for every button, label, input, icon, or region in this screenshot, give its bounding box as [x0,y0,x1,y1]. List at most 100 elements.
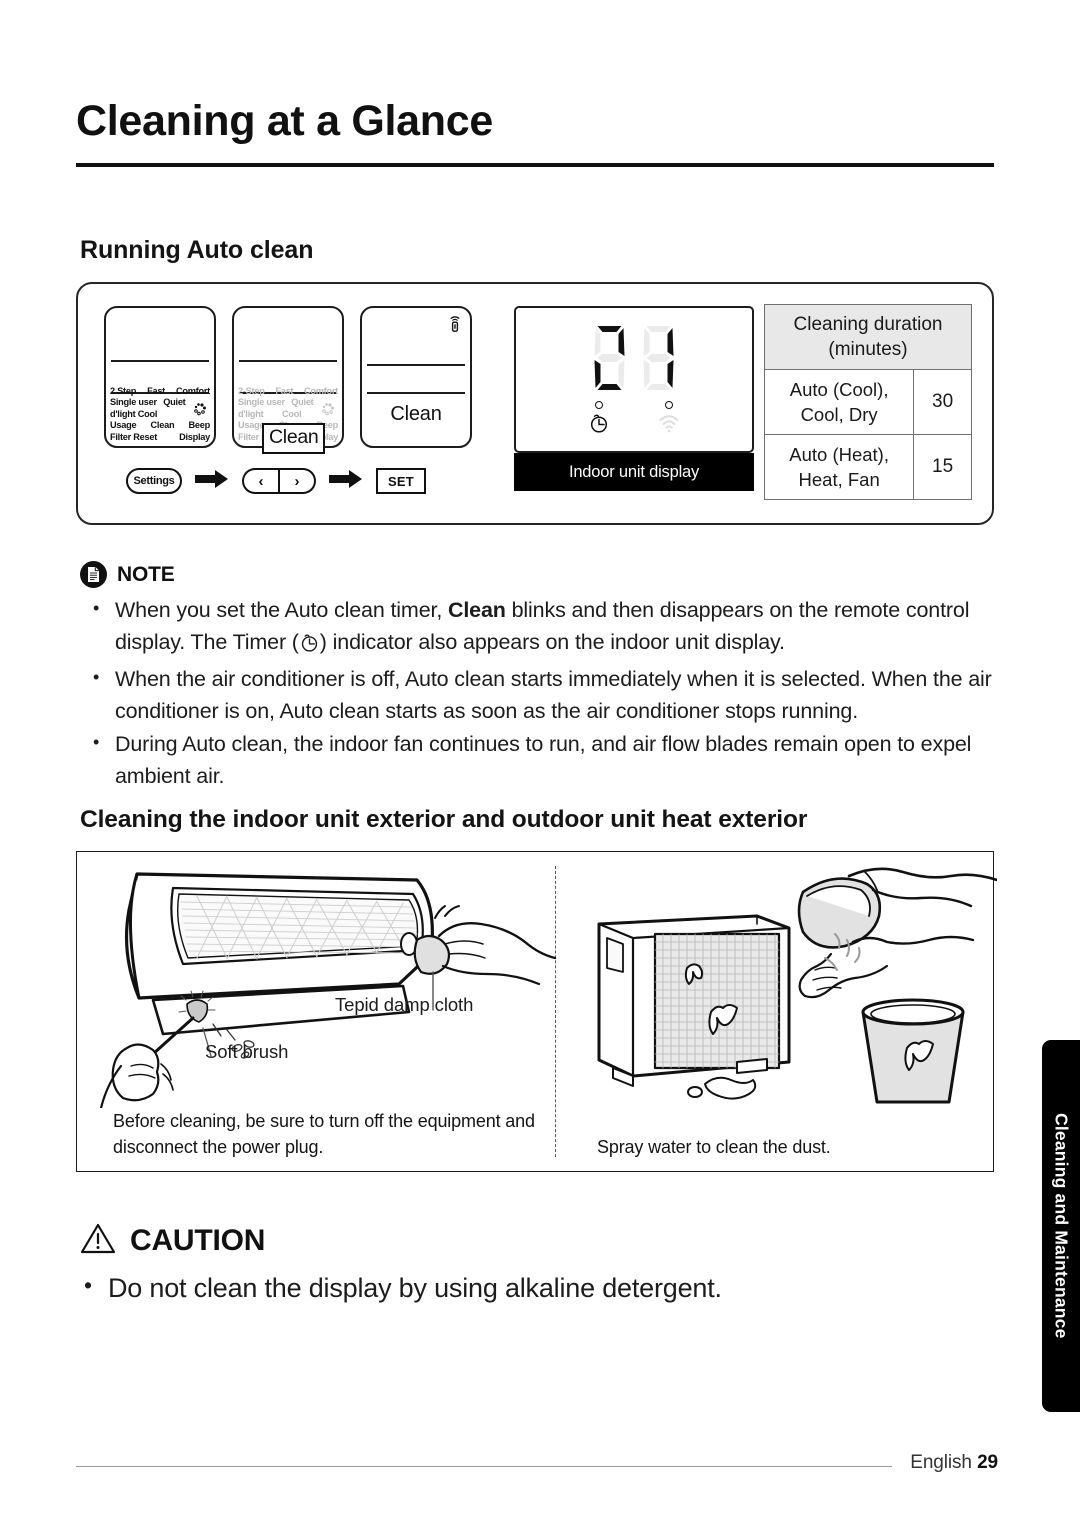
signal-transmit-icon [448,314,462,339]
section-heading-running-auto-clean: Running Auto clean [80,236,314,264]
opt: 2 Step [110,385,137,396]
caution-label: CAUTION [130,1224,266,1257]
opt: Fast [147,385,165,396]
page-title: Cleaning at a Glance [76,97,493,145]
opt: Single user [238,397,285,408]
timer-icon [588,412,610,439]
opt: Comfort [176,385,210,396]
button-flow-row: Settings ‹ › SET [126,464,426,498]
flow-arrow-2-icon [329,469,363,494]
label-tepid-damp-cloth: Tepid damp cloth [335,994,474,1015]
opt: d'light [238,408,264,419]
indicator-dot-icon [665,401,673,409]
opt: Filter Reset [110,431,158,442]
table-row: Auto (Heat), Heat, Fan 15 [763,434,972,500]
exterior-cleaning-illustration-panel: Tepid damp cloth Soft brush Before clean… [76,851,997,1172]
remote-divider [367,392,465,394]
note-label: NOTE [117,562,175,586]
indicator-dot-icon [595,401,603,409]
auto-clean-diagram-panel: 2 Step Fast Comfort Single user Quiet d'lig… [76,282,994,525]
cleaning-duration-table: Cleaning duration (minutes) Auto (Cool),… [763,304,972,500]
title-divider [76,163,994,167]
opt: Usage [110,420,137,431]
section-heading-cleaning-exterior: Cleaning the indoor unit exterior and ou… [80,806,808,833]
mode-line-1: Auto (Heat), [789,444,889,465]
caution-header: CAUTION [80,1222,265,1260]
table-header-cell: Cleaning duration (minutes) [764,304,972,370]
flow-arrow-1-icon [195,469,229,494]
mode-cell: Auto (Cool), Cool, Dry [763,369,915,435]
footer-divider [76,1466,892,1468]
opt: Quiet [163,397,186,408]
remote-divider [367,364,465,366]
remote-clean-label: Clean [390,403,442,425]
clean-highlight-badge: Clean [262,423,326,454]
side-tab-label: Cleaning and Maintenance [1051,1113,1072,1339]
fan-speed-dots-icon [188,400,208,420]
table-header-row: Cleaning duration (minutes) [764,304,972,370]
opt: Display [179,431,210,442]
opt: Clean [150,420,175,431]
seven-segment-digit-right [643,326,674,390]
footer-language: English [910,1452,972,1473]
remote-screen-step1: 2 Step Fast Comfort Single user Quiet d'lig… [104,306,216,448]
document-icon [80,561,107,588]
mode-cell: Auto (Heat), Heat, Fan [763,434,915,500]
note-bullet-2: When the air conditioner is off, Auto cl… [82,662,994,727]
indoor-unit-display-group: Indoor unit display [514,306,754,491]
timer-indicator [588,401,610,439]
settings-button[interactable]: Settings [126,468,182,494]
opt: Comfort [304,385,338,396]
right-panel-caption: Spray water to clean the dust. [597,1137,831,1157]
note-bullet-list: When you set the Auto clean timer, Clean… [82,593,994,794]
note-bullet-1: When you set the Auto clean timer, Clean… [82,593,994,663]
left-panel-caption: Before cleaning, be sure to turn off the… [113,1111,535,1157]
seven-segment-digit-left [594,326,625,390]
note-header: NOTE [80,561,175,588]
set-button[interactable]: SET [376,468,426,494]
opt: 2-Step [238,385,265,396]
fan-speed-dots-icon [316,400,336,420]
opt: Fast [275,385,294,396]
note-bullet-3: During Auto clean, the indoor fan contin… [82,727,994,792]
prev-button[interactable]: ‹ [242,468,279,494]
wifi-indicator [658,401,680,439]
indicator-row [588,401,680,439]
opt: d'light Cool [110,408,158,419]
indoor-unit-illustration [99,872,557,1108]
bullet-bold-clean: Clean [447,598,506,622]
header-line-1: Cleaning duration [793,314,943,335]
minutes-cell: 30 [913,369,972,435]
remote-screen-step3: Clean [360,306,472,448]
bullet-part-3: ) indicator also appears on the indoor u… [319,629,785,654]
label-soft-brush: Soft brush [205,1041,289,1062]
opt: Beep [188,420,211,431]
minutes-cell: 15 [913,434,972,500]
chapter-side-tab: Cleaning and Maintenance [1042,1040,1080,1412]
manual-page: Cleaning at a Glance Running Auto clean … [0,0,1080,1532]
footer-page-number: 29 [977,1452,998,1473]
indoor-unit-screen [514,306,754,453]
header-line-2: (minutes) [828,339,908,360]
wifi-icon [658,412,680,439]
outdoor-unit-illustration [597,867,997,1104]
table-row: Auto (Cool), Cool, Dry 30 [763,369,972,435]
warning-triangle-icon [80,1222,116,1260]
seven-segment-digits [590,324,679,392]
mode-line-2: Cool, Dry [800,404,878,425]
remote-divider [111,360,209,362]
mode-line-2: Heat, Fan [798,469,880,490]
timer-icon [299,631,320,663]
mode-line-1: Auto (Cool), [789,379,889,400]
indoor-unit-display-caption: Indoor unit display [514,453,754,491]
opt: Quiet [291,397,314,408]
opt: Cool [282,408,302,419]
bullet-part-1: When you set the Auto clean timer, [115,598,448,622]
opt: Single user [110,397,157,408]
next-button[interactable]: › [279,468,316,494]
remote-divider [239,360,337,362]
opt: Usage [238,420,265,431]
caution-text: Do not clean the display by using alkali… [80,1267,940,1306]
footer: English 29 [910,1452,998,1474]
nav-arrows-pill: ‹ › [242,468,316,494]
